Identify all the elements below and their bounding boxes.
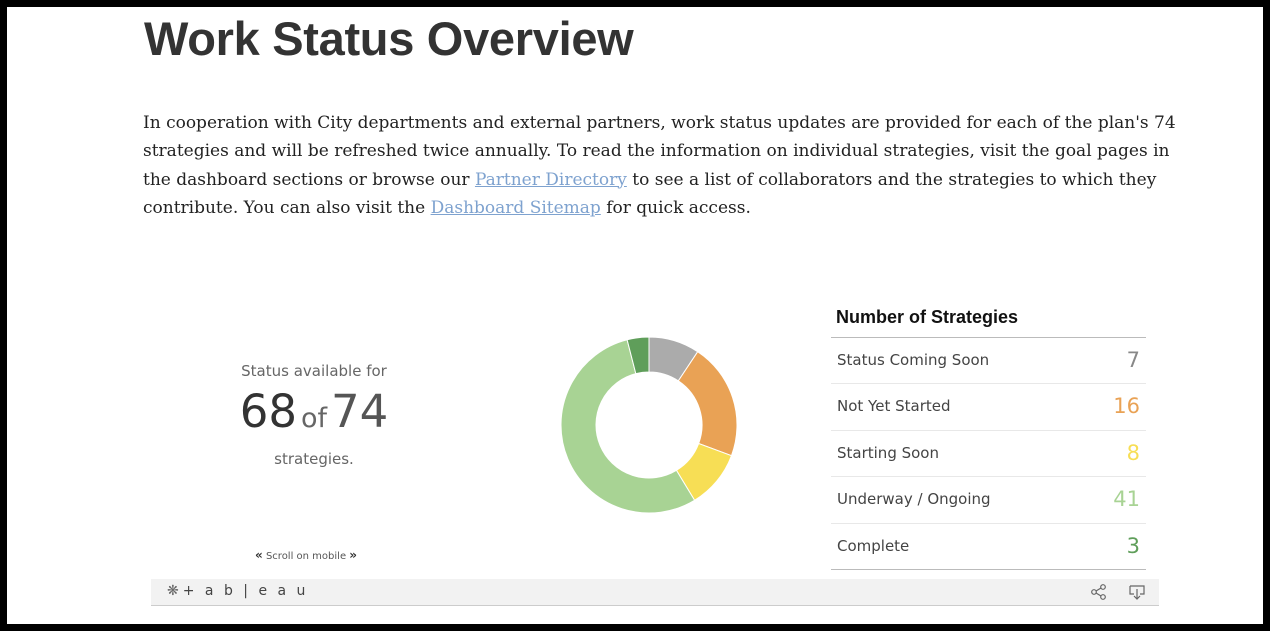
chevron-left-icon: « <box>255 548 263 562</box>
intro-text-3: for quick access. <box>600 197 751 218</box>
page-title: Work Status Overview <box>144 12 634 65</box>
status-availability: Status available for 68 of74 strategies. <box>164 362 464 468</box>
legend-row: Status Coming Soon 7 <box>831 338 1146 383</box>
status-donut-chart <box>560 336 738 514</box>
legend-row: Starting Soon 8 <box>831 429 1146 476</box>
legend-value: 41 <box>1113 487 1140 512</box>
legend-row: Underway / Ongoing 41 <box>831 476 1146 522</box>
dashboard-sitemap-link[interactable]: Dashboard Sitemap <box>431 198 601 218</box>
legend-bottom-rule <box>831 568 1146 570</box>
legend-row: Not Yet Started 16 <box>831 383 1146 429</box>
chevron-right-icon: » <box>349 548 358 562</box>
tableau-logo[interactable]: ❋ + a b | e a u <box>167 583 308 599</box>
download-icon[interactable] <box>1127 582 1147 602</box>
availability-count: 68 of74 <box>164 386 464 448</box>
strategy-count-table: Number of Strategies Status Coming Soon 7… <box>831 307 1146 570</box>
legend-value: 16 <box>1113 394 1140 419</box>
scroll-hint: « Scroll on mobile » <box>255 548 357 562</box>
intro-paragraph: In cooperation with City departments and… <box>143 109 1183 222</box>
available-count: 68 <box>239 385 297 438</box>
availability-label: Status available for <box>241 362 387 380</box>
legend-title: Number of Strategies <box>831 307 1146 338</box>
legend-label: Starting Soon <box>837 443 939 462</box>
page-frame: Work Status Overview In cooperation with… <box>7 7 1263 624</box>
legend-label: Status Coming Soon <box>837 351 990 369</box>
share-icon[interactable] <box>1089 582 1109 602</box>
legend-value: 3 <box>1126 533 1140 558</box>
legend-row: Complete 3 <box>831 522 1146 569</box>
legend-rows: Status Coming Soon 7 Not Yet Started 16 Star… <box>831 338 1146 569</box>
of-word: of <box>300 403 328 434</box>
legend-value: 8 <box>1126 440 1140 465</box>
tableau-logo-text: + a b | e a u <box>182 583 309 599</box>
tableau-toolbar: ❋ + a b | e a u <box>151 579 1159 606</box>
availability-suffix: strategies. <box>274 450 354 468</box>
tableau-logo-icon: ❋ <box>167 583 179 599</box>
legend-label: Not Yet Started <box>837 397 951 416</box>
partner-directory-link[interactable]: Partner Directory <box>475 170 627 190</box>
total-count: 74 <box>331 385 389 438</box>
legend-value: 7 <box>1126 348 1140 372</box>
legend-label: Underway / Ongoing <box>837 490 991 509</box>
scroll-hint-text: Scroll on mobile <box>265 551 347 562</box>
donut-slice-not-yet-started[interactable] <box>677 351 738 457</box>
legend-label: Complete <box>837 536 910 555</box>
